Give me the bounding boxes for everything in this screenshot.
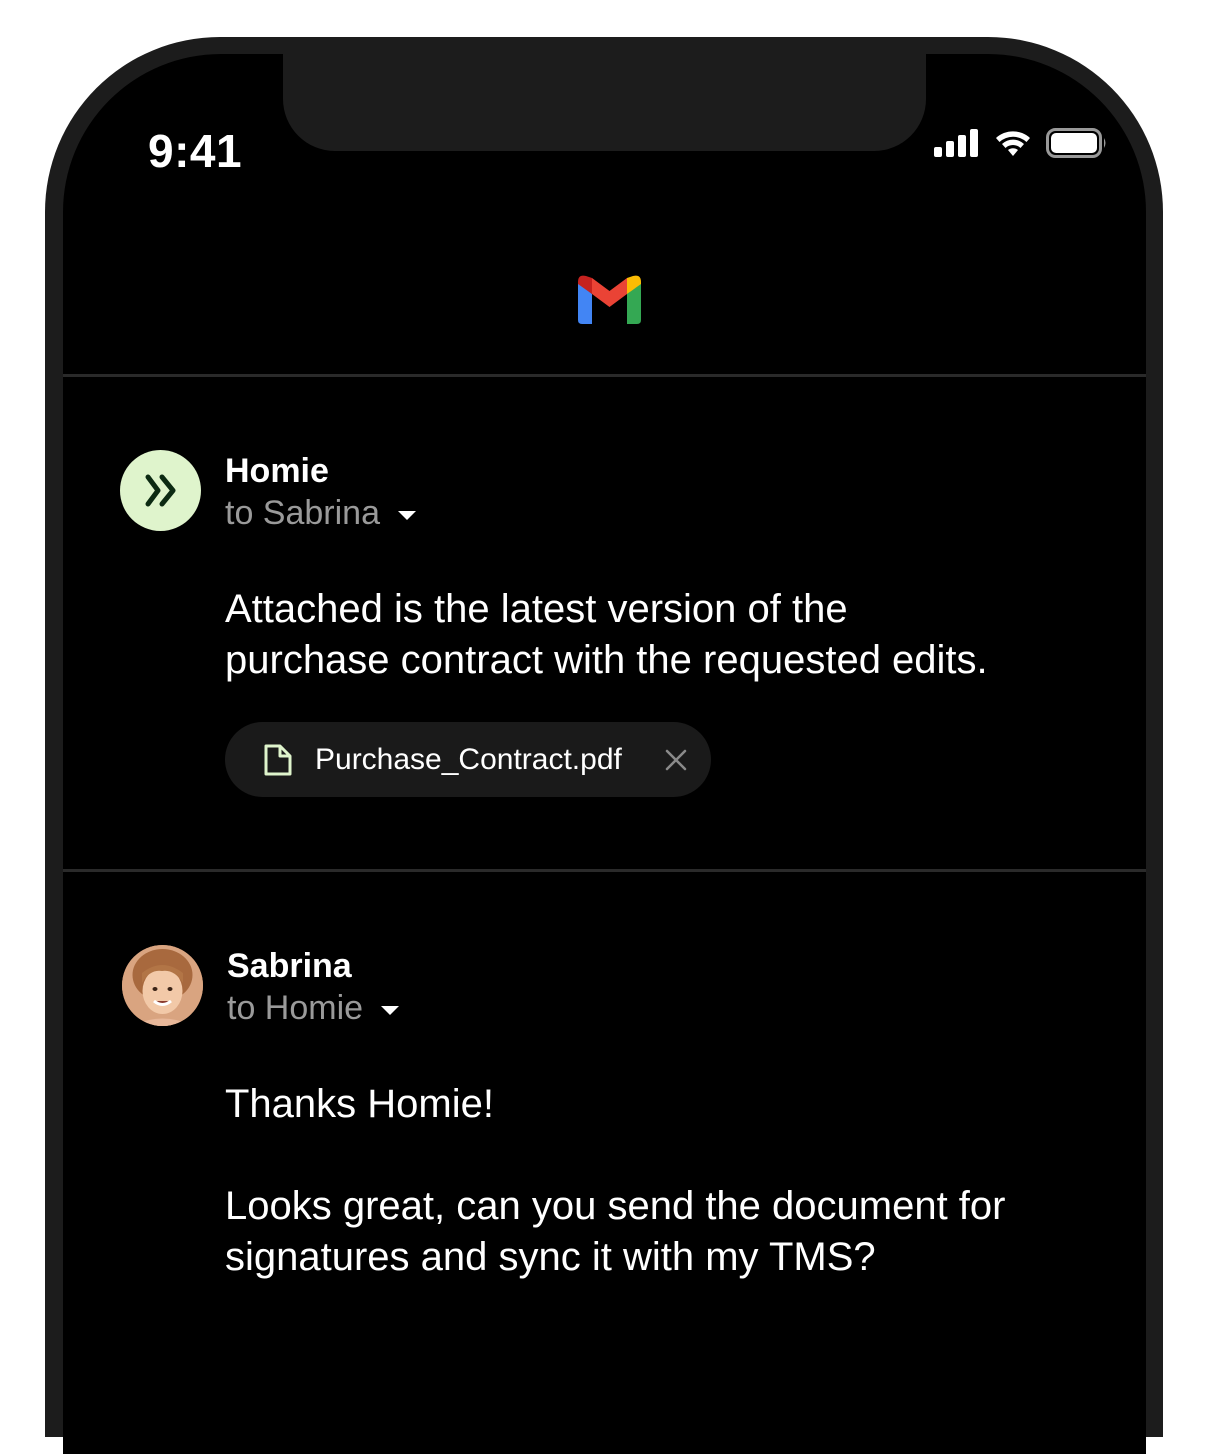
recipient-toggle[interactable]: to Sabrina (225, 494, 416, 533)
message-body-line: Thanks Homie! (225, 1082, 494, 1126)
attachment-file-name: Purchase_Contract.pdf (315, 742, 622, 776)
chevron-down-icon (398, 511, 416, 520)
chevron-down-icon (381, 1006, 400, 1015)
gmail-logo (578, 275, 641, 324)
battery-icon (1046, 128, 1106, 158)
document-icon (264, 744, 292, 775)
close-icon[interactable] (664, 748, 688, 772)
sender-name: Homie (225, 452, 329, 490)
status-time: 9:41 (148, 125, 243, 177)
attachment-chip[interactable]: Purchase_Contract.pdf (225, 722, 711, 797)
user-photo (122, 945, 203, 1026)
recipient-label: to Homie (227, 989, 364, 1027)
message-body-line: signatures and sync it with my TMS? (225, 1235, 876, 1279)
avatar-homie[interactable] (120, 450, 201, 531)
message-body: Thanks Homie! (225, 1079, 494, 1130)
status-icons (934, 128, 1108, 158)
message-body-line: purchase contract with the requested edi… (225, 638, 988, 682)
message-body-line: Looks great, can you send the document f… (225, 1184, 1006, 1228)
phone-screen: 9:41 Homie to Sabrina Attached is the la… (63, 54, 1146, 1454)
wifi-icon (996, 131, 1030, 156)
header-divider (63, 374, 1146, 377)
recipient-label: to Sabrina (225, 494, 380, 532)
cellular-signal-icon (934, 129, 978, 157)
notch (283, 54, 926, 151)
double-chevron-right-icon (145, 474, 176, 507)
recipient-toggle[interactable]: to Homie (227, 989, 400, 1028)
message-body-line: Attached is the latest version of the (225, 587, 848, 631)
message-body: Looks great, can you send the document f… (225, 1181, 1006, 1283)
sender-name: Sabrina (227, 947, 352, 985)
message-divider (63, 869, 1146, 872)
message-body: Attached is the latest version of the pu… (225, 584, 988, 686)
avatar-sabrina[interactable] (122, 945, 203, 1026)
